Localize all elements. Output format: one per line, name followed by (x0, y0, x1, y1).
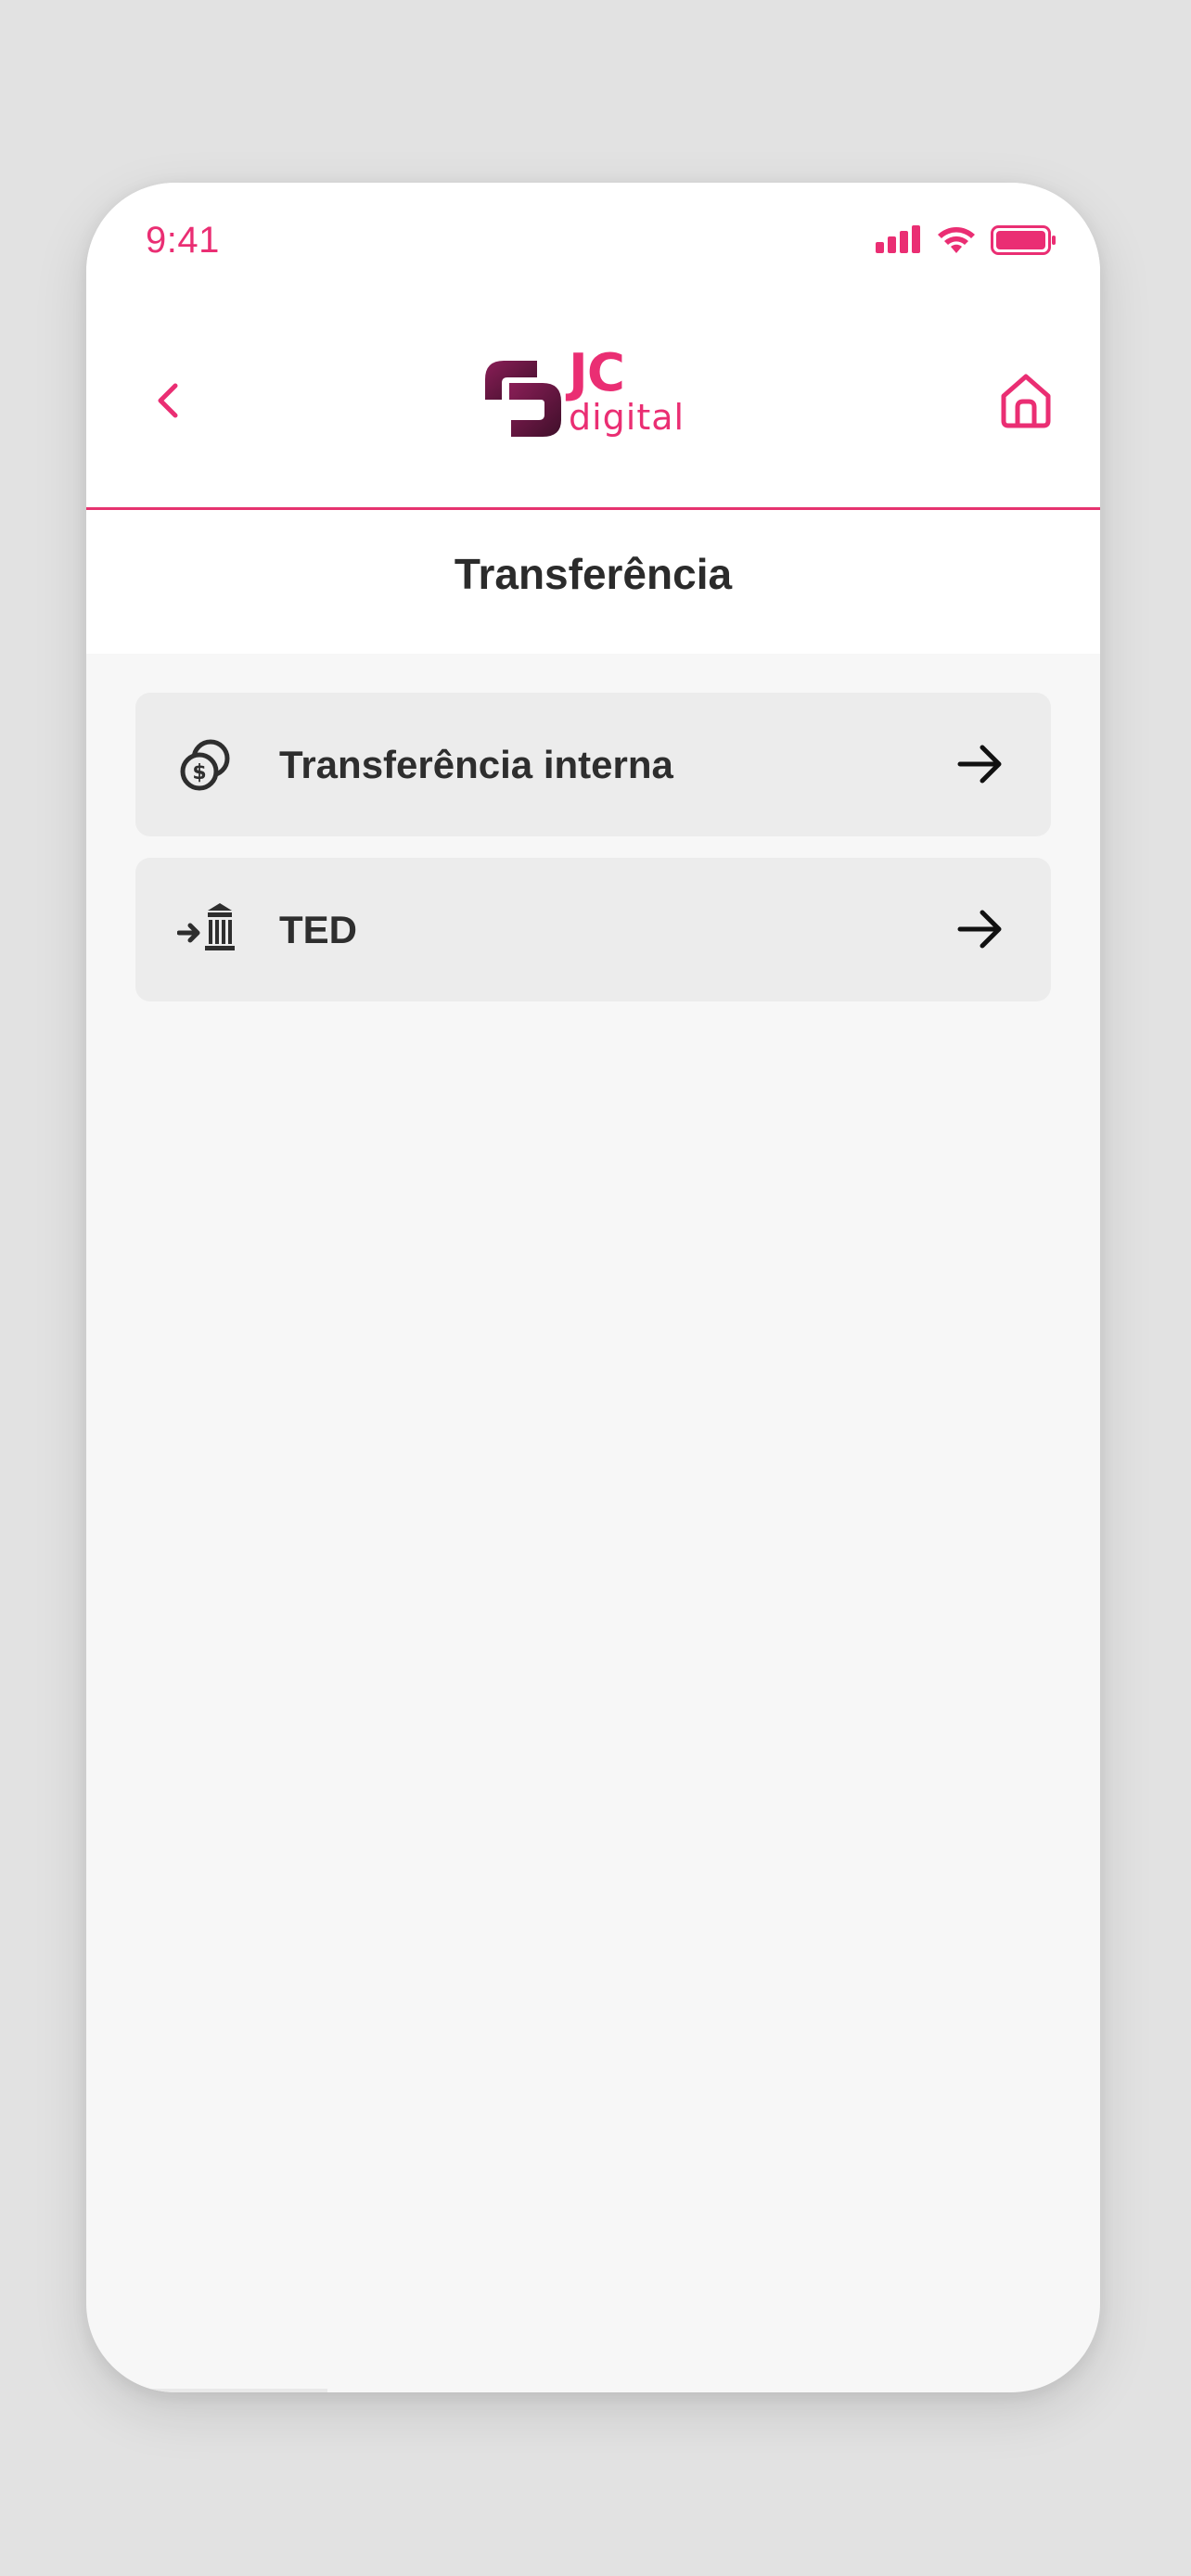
svg-text:$: $ (192, 761, 206, 784)
logo-mark-icon (485, 361, 561, 437)
status-icons (876, 225, 1061, 255)
logo-sub-text: digital (569, 397, 685, 438)
menu-item-label: Transferência interna (279, 743, 673, 786)
wifi-icon (938, 227, 975, 253)
phone-screen: 9:41 JC digital Transferência $ Transfer… (86, 183, 1100, 2392)
signal-icon (876, 225, 920, 253)
page-title: Transferência (454, 549, 733, 598)
menu-item-label: TED (279, 908, 357, 951)
menu-item-transferencia-interna[interactable]: $ Transferência interna (135, 693, 1051, 836)
top-bar: 9:41 JC digital (86, 183, 1100, 510)
arrow-right-icon (957, 745, 1002, 784)
jc-digital-logo: JC digital (483, 348, 706, 442)
title-bar: Transferência (86, 510, 1100, 654)
bank-transfer-icon (177, 903, 235, 950)
back-button[interactable] (140, 373, 196, 428)
battery-icon (991, 225, 1056, 255)
logo-brand-text: JC (569, 343, 625, 403)
chevron-left-icon (158, 383, 178, 418)
menu-item-ted[interactable]: TED (135, 858, 1051, 1001)
home-indicator (123, 2389, 327, 2392)
home-button[interactable] (998, 372, 1054, 429)
home-icon (1001, 374, 1051, 428)
coins-dollar-icon: $ (180, 739, 230, 791)
status-time: 9:41 (146, 220, 220, 261)
arrow-right-icon (957, 910, 1002, 949)
